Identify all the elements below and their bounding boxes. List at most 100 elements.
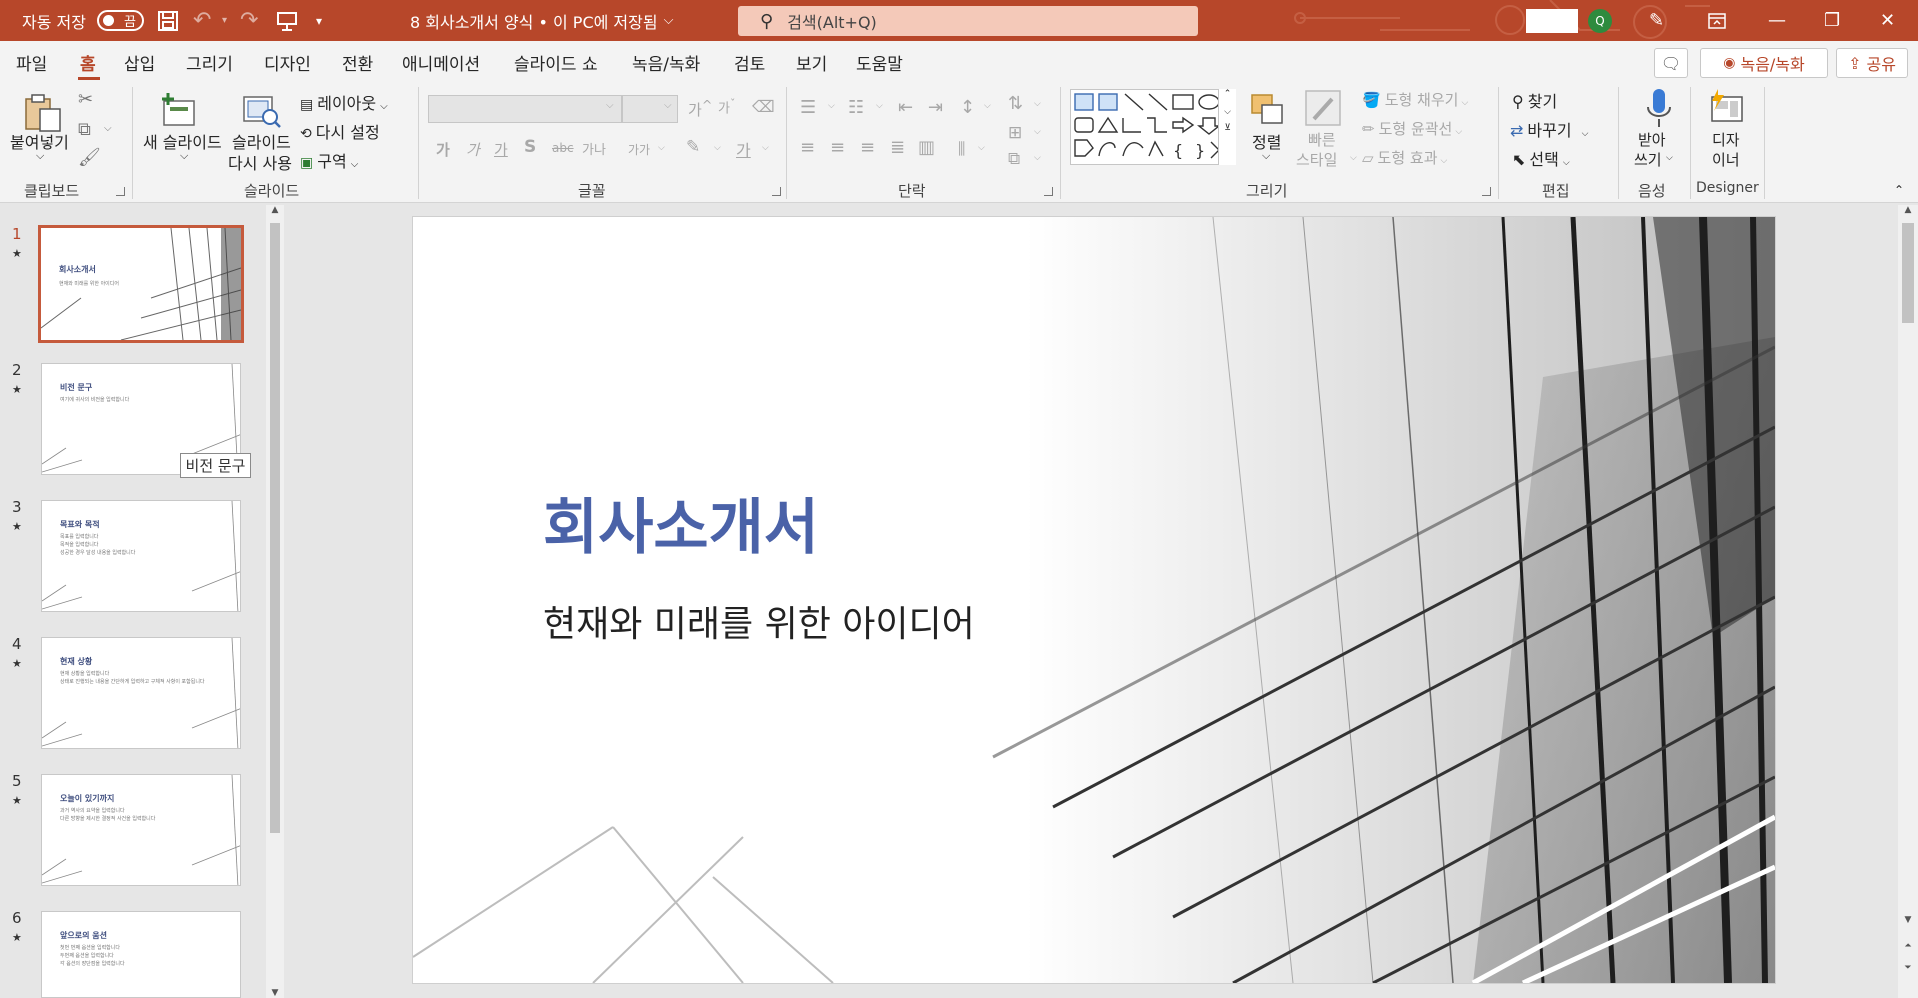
scrollbar-thumb[interactable] — [1902, 223, 1914, 323]
highlight-icon[interactable]: ✎ — [686, 137, 700, 157]
comments-button[interactable]: 🗨 — [1654, 48, 1688, 78]
shapes-gallery-scroll[interactable]: ⌃ ⌵ ⊻ — [1218, 89, 1236, 165]
slide-thumbnail-4[interactable]: 현재 상황 현재 상황을 입력합니다 상태로 진행되는 내용을 간단하게 입력하… — [41, 637, 241, 749]
decrease-indent-icon[interactable]: ⇤ — [898, 97, 913, 118]
share-button[interactable]: ⇪ 공유 — [1836, 48, 1908, 78]
align-center-icon[interactable]: ≡ — [830, 137, 845, 158]
avatar[interactable]: Q — [1588, 9, 1612, 33]
chevron-down-icon[interactable]: ⌵ — [978, 143, 985, 153]
columns-icon[interactable]: ⫼ — [958, 139, 965, 159]
format-painter-icon[interactable]: 🖌 — [78, 147, 101, 168]
save-icon[interactable] — [157, 0, 179, 41]
slide-scrollbar[interactable]: ▲ ▼ ⏶ ⏷ — [1898, 205, 1918, 998]
strikethrough-icon[interactable]: abc — [552, 141, 574, 155]
align-left-icon[interactable]: ≡ — [800, 137, 815, 158]
section-button[interactable]: ▣ 구역 ⌵ — [300, 148, 358, 172]
tab-record[interactable]: 녹음/녹화 — [632, 41, 700, 83]
tab-draw[interactable]: 그리기 — [186, 41, 233, 83]
shrink-font-icon[interactable]: 가ˇ — [718, 97, 735, 116]
tab-file[interactable]: 파일 — [16, 41, 47, 83]
tab-insert[interactable]: 삽입 — [124, 41, 155, 83]
tab-animations[interactable]: 애니메이션 — [402, 41, 480, 83]
designer-button-line2[interactable]: 이너 — [1712, 149, 1740, 170]
line-spacing-icon[interactable]: ↕ — [960, 97, 975, 118]
tab-design[interactable]: 디자인 — [264, 41, 311, 83]
chevron-down-icon[interactable]: ⌵ — [658, 143, 665, 153]
smartart-icon[interactable]: ⧉ — [1008, 149, 1020, 169]
dictate-button[interactable]: 받아 — [1638, 129, 1666, 150]
cut-icon[interactable]: ✂ — [78, 89, 93, 110]
increase-indent-icon[interactable]: ⇥ — [928, 97, 943, 118]
chevron-down-icon[interactable]: ⌵ — [180, 149, 188, 163]
close-icon[interactable]: ✕ — [1880, 0, 1895, 41]
drawing-launcher-icon[interactable] — [1482, 187, 1491, 196]
shape-fill-button[interactable]: 🪣 도형 채우기 ⌵ — [1362, 89, 1468, 110]
slide-thumbnail-5[interactable]: 오늘이 있기까지 과거 역사의 요약을 입력합니다 다른 방향을 제시한 결정적… — [41, 774, 241, 886]
quick-styles-button[interactable]: 빠른 — [1308, 129, 1336, 150]
underline-button[interactable]: 가 — [494, 139, 508, 160]
designer-icon[interactable] — [1706, 87, 1746, 127]
chevron-down-icon[interactable]: ⌵ — [1034, 99, 1041, 109]
chevron-down-icon[interactable]: ⌵ — [1034, 127, 1041, 137]
record-button[interactable]: ◉ 녹음/녹화 — [1700, 48, 1828, 78]
find-button[interactable]: ⚲ 찾기 — [1512, 88, 1557, 112]
collapse-ribbon-icon[interactable]: ⌃ — [1894, 183, 1904, 197]
char-spacing-button[interactable]: 가나 — [582, 139, 606, 158]
slide-thumbnail-1[interactable]: 회사소개서 현재와 미래를 위한 아이디어 — [38, 225, 244, 343]
quick-styles-icon[interactable] — [1304, 89, 1344, 129]
scroll-down-icon[interactable]: ▼ — [1898, 915, 1918, 925]
text-direction-icon[interactable]: ⇅ — [1008, 93, 1023, 114]
quick-styles-button-line2[interactable]: 스타일 — [1296, 149, 1337, 170]
autosave-toggle[interactable]: 끔 — [97, 10, 144, 31]
chevron-down-icon[interactable]: ⌵ — [1666, 153, 1673, 163]
change-case-button[interactable]: 가가 — [628, 141, 650, 158]
font-launcher-icon[interactable] — [772, 187, 781, 196]
tab-review[interactable]: 검토 — [734, 41, 765, 83]
grow-font-icon[interactable]: 가^ — [688, 97, 712, 120]
paragraph-launcher-icon[interactable] — [1044, 187, 1053, 196]
present-icon[interactable] — [276, 0, 298, 41]
justify-icon[interactable]: ≣ — [890, 137, 905, 158]
font-name-combo[interactable] — [428, 95, 622, 123]
chevron-down-icon[interactable]: ⌵ — [828, 101, 835, 111]
customize-qat-icon[interactable]: ▾ — [316, 0, 322, 41]
chevron-down-icon[interactable]: ⌵ — [984, 101, 991, 111]
chevron-down-icon[interactable]: ⌵ — [1034, 153, 1041, 163]
chevron-down-icon[interactable]: ⌵ — [876, 101, 883, 111]
document-title[interactable]: 8 회사소개서 양식 • 이 PC에 저장됨 ⌵ — [410, 0, 673, 41]
reset-button[interactable]: ⟲ 다시 설정 — [300, 119, 380, 143]
chevron-down-icon[interactable]: ⌵ — [104, 123, 112, 134]
slide-subtitle[interactable]: 현재와 미래를 위한 아이디어 — [543, 595, 975, 647]
slide-thumbnail-3[interactable]: 목표와 목적 목표를 입력합니다 목적을 입력합니다 성공한 경우 달성 내용을… — [41, 500, 241, 612]
copy-icon[interactable]: ⧉ — [78, 119, 91, 140]
shape-outline-button[interactable]: ✏ 도형 윤곽선 ⌵ — [1362, 118, 1462, 139]
scroll-up-icon[interactable]: ▲ — [1898, 205, 1918, 215]
chevron-down-icon[interactable]: ⌵ — [36, 149, 44, 163]
previous-slide-icon[interactable]: ⏶ — [1898, 941, 1918, 951]
reuse-slides-button-line2[interactable]: 다시 사용 — [228, 150, 292, 174]
tab-help[interactable]: 도움말 — [856, 41, 903, 83]
scroll-up-icon[interactable]: ▲ — [266, 205, 284, 215]
new-slide-icon[interactable] — [160, 91, 200, 129]
clipboard-launcher-icon[interactable] — [116, 187, 125, 196]
microphone-icon[interactable] — [1644, 87, 1674, 129]
account-name-box[interactable] — [1526, 9, 1578, 33]
minimize-icon[interactable]: — — [1768, 0, 1786, 41]
ribbon-display-icon[interactable] — [1708, 0, 1726, 41]
undo-dropdown-icon[interactable]: ▾ — [222, 0, 227, 41]
chevron-down-icon[interactable]: ⌵ — [762, 143, 769, 153]
tab-transitions[interactable]: 전환 — [342, 41, 373, 83]
chevron-down-icon[interactable]: ⌵ — [1350, 153, 1357, 163]
scrollbar-thumb[interactable] — [270, 223, 280, 833]
scroll-down-icon[interactable]: ▼ — [266, 988, 284, 998]
shape-effects-button[interactable]: ▱ 도형 효과 ⌵ — [1362, 147, 1447, 168]
designer-button[interactable]: 디자 — [1712, 129, 1740, 150]
chevron-down-icon[interactable]: ⌵ — [1262, 149, 1270, 163]
undo-icon[interactable]: ↶ — [193, 0, 211, 41]
shadow-button[interactable]: S — [524, 137, 536, 157]
redo-icon[interactable]: ↷ — [240, 0, 258, 41]
bold-button[interactable]: 가 — [436, 139, 450, 160]
next-slide-icon[interactable]: ⏷ — [1898, 963, 1918, 973]
clear-format-icon[interactable]: ⌫ — [752, 97, 775, 116]
slide-title[interactable]: 회사소개서 — [543, 479, 819, 566]
